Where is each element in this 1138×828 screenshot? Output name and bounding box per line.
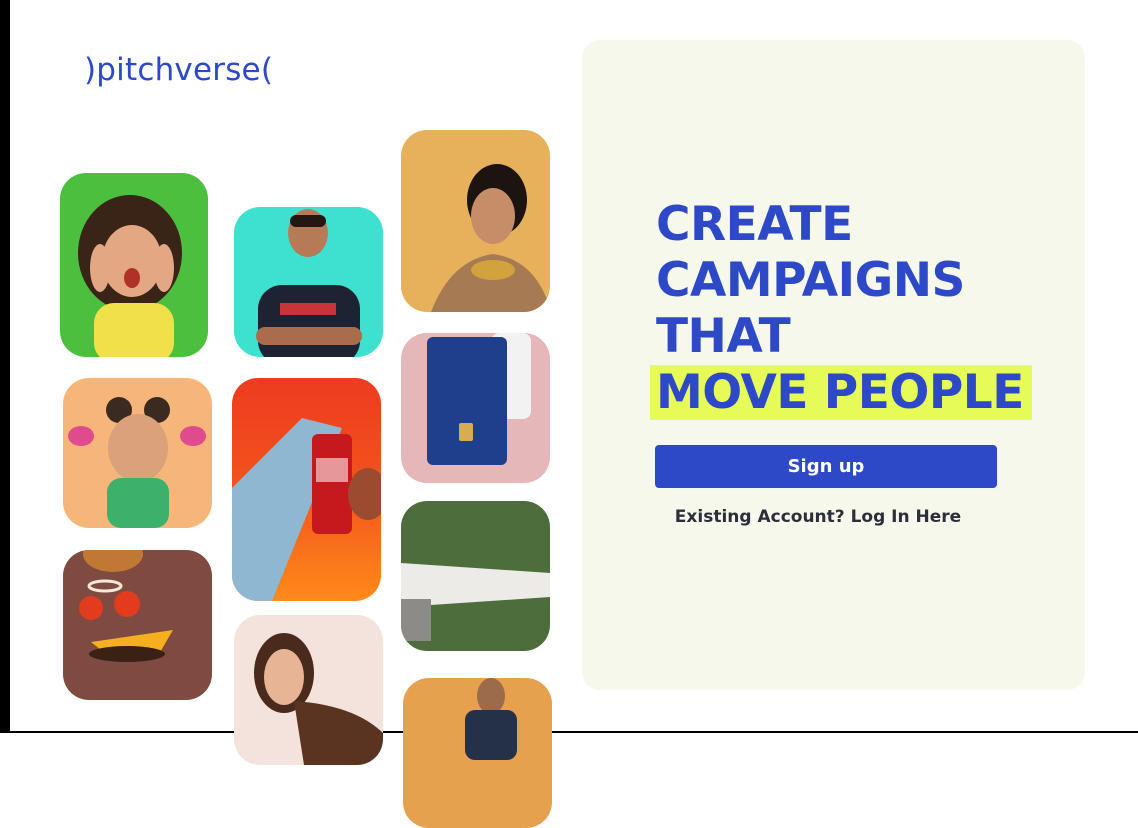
woman-hair-image <box>254 633 383 765</box>
cola-can-image <box>232 418 381 601</box>
headline-highlight: MOVE PEOPLE <box>650 365 1032 420</box>
left-edge-bar <box>0 0 10 733</box>
tile-cricketer <box>234 207 383 357</box>
surprised-woman-image <box>78 195 182 357</box>
signup-button[interactable]: Sign up <box>655 445 997 488</box>
login-link[interactable]: Existing Account? Log In Here <box>655 507 981 527</box>
cricketer-image <box>256 209 362 357</box>
tile-surprised-woman <box>60 173 208 357</box>
tile-airplane <box>401 501 550 651</box>
tile-woman-jewelry <box>401 130 550 312</box>
tile-girl-cupcakes <box>63 378 212 528</box>
airplane-image <box>401 563 550 641</box>
businessman-image <box>465 678 517 760</box>
tile-woman-hair <box>234 615 383 765</box>
headline-line-3: THAT <box>656 309 791 364</box>
tile-cola-can <box>232 378 381 601</box>
headline-line-1: CREATE <box>656 197 853 252</box>
tile-businessman <box>403 678 552 828</box>
tile-credit-card <box>401 333 550 483</box>
headline-line-2: CAMPAIGNS <box>656 253 965 308</box>
hero-headline: CREATE CAMPAIGNS THAT MOVE PEOPLE <box>650 197 1032 421</box>
tile-burger <box>63 550 212 700</box>
credit-card-image <box>427 333 531 465</box>
brand-logo[interactable]: )pitchverse( <box>84 52 273 88</box>
girl-cupcakes-image <box>68 397 206 528</box>
woman-jewelry-image <box>431 164 550 312</box>
burger-image <box>79 550 173 662</box>
